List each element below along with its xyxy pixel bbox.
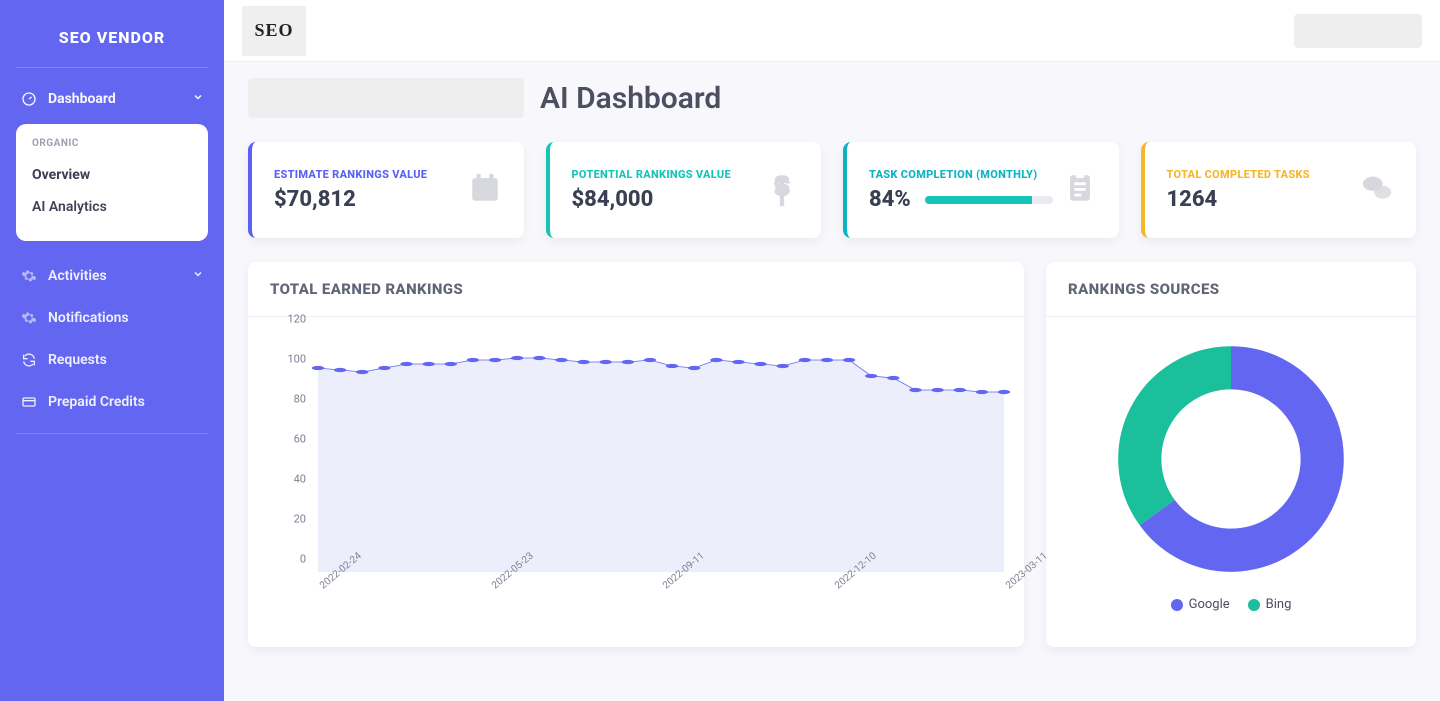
legend-label: Bing [1266,597,1292,612]
sidebar-divider [16,433,208,434]
sidebar-subpanel-category: ORGANIC [32,138,192,149]
chevron-down-icon [192,91,204,107]
stat-value: $70,812 [274,187,427,212]
logo-text: SEO [254,20,293,41]
donut-legend: Google Bing [1171,597,1292,612]
stat-label: TOTAL COMPLETED TASKS [1167,168,1310,181]
refresh-icon [20,351,38,369]
sidebar-item-prepaid[interactable]: Prepaid Credits [16,381,208,423]
sidebar-subitem-ai-analytics[interactable]: AI Analytics [32,191,192,223]
gear-icon [20,309,38,327]
sidebar-item-activities[interactable]: Activities [16,255,208,297]
calendar-icon [468,171,502,209]
sidebar: SEO VENDOR Dashboard ORGANIC Overview AI… [0,0,224,701]
sidebar-subitem-overview[interactable]: Overview [32,159,192,191]
stat-card-task: TASK COMPLETION (MONTHLY) 84% [843,142,1119,238]
panel-title: TOTAL EARNED RANKINGS [248,262,1024,317]
donut-chart [1111,339,1351,579]
topbar: SEO [224,0,1440,62]
stat-label: TASK COMPLETION (MONTHLY) [869,168,1053,181]
line-chart: 020406080100120 2022-02-242022-05-232022… [248,317,1024,647]
stat-value: 1264 [1167,187,1310,212]
stat-value: $84,000 [572,187,731,212]
sidebar-item-label: Prepaid Credits [48,394,145,410]
title-row: AI Dashboard [248,78,1416,118]
sidebar-nav: Dashboard ORGANIC Overview AI Analytics … [16,78,208,434]
dollar-icon [765,171,799,209]
donut-chart-panel: RANKINGS SOURCES Google Bing [1046,262,1416,647]
dashboard-icon [20,90,38,108]
legend-dot-bing [1248,599,1260,611]
sidebar-item-notifications[interactable]: Notifications [16,297,208,339]
stat-value: 84% [869,187,911,212]
panel-title: RANKINGS SOURCES [1046,262,1416,317]
stat-label: POTENTIAL RANKINGS VALUE [572,168,731,181]
stat-card-completed: TOTAL COMPLETED TASKS 1264 [1141,142,1417,238]
sidebar-item-label: Notifications [48,310,129,326]
sidebar-item-requests[interactable]: Requests [16,339,208,381]
chat-icon [1360,171,1394,209]
stat-label: ESTIMATE RANKINGS VALUE [274,168,427,181]
sidebar-item-label: Requests [48,352,107,368]
legend-bing[interactable]: Bing [1248,597,1292,612]
gear-icon [20,267,38,285]
legend-label: Google [1189,597,1230,612]
title-placeholder [248,78,524,118]
page-title: AI Dashboard [540,81,721,116]
logo: SEO [242,6,306,56]
sidebar-item-label: Dashboard [48,91,116,107]
line-chart-panel: TOTAL EARNED RANKINGS 020406080100120 20… [248,262,1024,647]
clipboard-icon [1063,171,1097,209]
main-content: SEO AI Dashboard ESTIMATE RANKINGS VALUE… [224,0,1440,701]
sidebar-item-label: Activities [48,268,107,284]
stat-card-potential: POTENTIAL RANKINGS VALUE $84,000 [546,142,822,238]
topbar-right [1294,14,1422,48]
stat-card-estimate: ESTIMATE RANKINGS VALUE $70,812 [248,142,524,238]
chevron-down-icon [192,268,204,284]
brand-title: SEO VENDOR [16,20,208,68]
progress-fill [925,196,1033,204]
credit-icon [20,393,38,411]
progress-bar [925,196,1053,204]
topbar-placeholder[interactable] [1294,14,1422,48]
sidebar-item-dashboard[interactable]: Dashboard [16,78,208,120]
stats-row: ESTIMATE RANKINGS VALUE $70,812 POTENTIA… [248,142,1416,238]
sidebar-subpanel: ORGANIC Overview AI Analytics [16,124,208,241]
legend-google[interactable]: Google [1171,597,1230,612]
legend-dot-google [1171,599,1183,611]
